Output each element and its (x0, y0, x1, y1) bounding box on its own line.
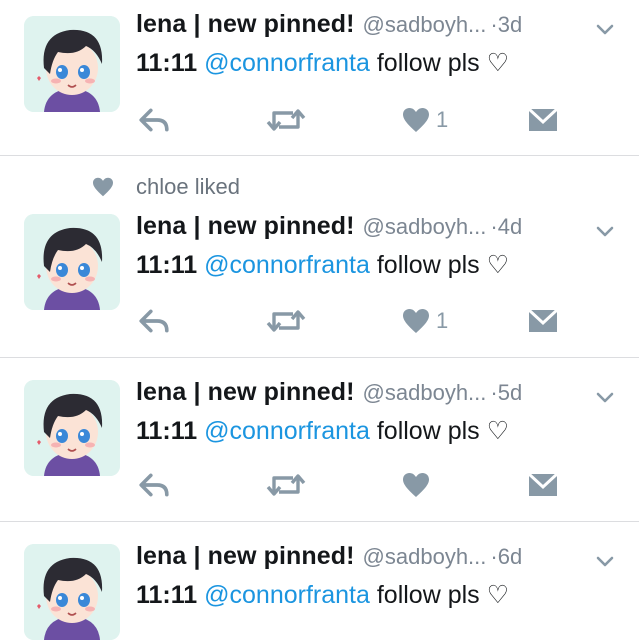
avatar[interactable] (24, 380, 120, 476)
avatar[interactable] (24, 16, 120, 112)
like-button[interactable]: 1 (402, 304, 448, 338)
tweet[interactable]: chloe liked lena | new pinned! @sadboyh..… (0, 156, 639, 358)
tweet-time-text: 11:11 (136, 417, 198, 445)
mention-link[interactable]: @connorfranta (204, 251, 370, 279)
retweet-icon (266, 308, 306, 334)
timestamp[interactable]: 5d (498, 380, 522, 405)
tweet-text: 11:11 @connorfranta follow pls ♡ (136, 416, 509, 446)
envelope-icon (528, 473, 558, 497)
reply-icon (138, 308, 170, 334)
like-count: 1 (436, 107, 449, 132)
tweet-body: follow pls ♡ (376, 49, 510, 77)
tweet-actions: 1 (136, 103, 576, 137)
tweet[interactable]: lena | new pinned! @sadboyh... ·5d 11:11 @… (0, 358, 639, 522)
tweet-header: lena | new pinned! @sadboyh... ·5d (136, 378, 522, 408)
reply-icon (138, 107, 170, 133)
chevron-down-icon[interactable] (595, 552, 615, 572)
envelope-icon (528, 309, 558, 333)
separator: · (490, 380, 498, 405)
tweet-time-text: 11:11 (136, 581, 198, 609)
tweet-header: lena | new pinned! @sadboyh... ·6d (136, 542, 522, 572)
tweet-body: follow pls ♡ (376, 581, 510, 609)
retweet-icon (266, 107, 306, 133)
separator: · (490, 544, 498, 569)
heart-icon (92, 177, 114, 197)
retweet-icon (266, 472, 306, 498)
heart-icon (402, 107, 430, 133)
reply-button[interactable] (138, 468, 170, 502)
avatar[interactable] (24, 544, 120, 640)
tweet-body: follow pls ♡ (376, 251, 510, 279)
tweet-time-text: 11:11 (136, 251, 198, 279)
timestamp[interactable]: 3d (498, 12, 522, 37)
tweet[interactable]: lena | new pinned! @sadboyh... ·6d 11:11 @… (0, 522, 639, 640)
timestamp[interactable]: 4d (498, 214, 522, 239)
chevron-down-icon[interactable] (595, 388, 615, 408)
tweet-actions (136, 468, 576, 502)
tweet-text: 11:11 @connorfranta follow pls ♡ (136, 48, 509, 78)
tweet-time-text: 11:11 (136, 49, 198, 77)
tweet-header: lena | new pinned! @sadboyh... ·4d (136, 212, 522, 242)
mention-link[interactable]: @connorfranta (204, 581, 370, 609)
dm-button[interactable] (528, 304, 558, 338)
handle[interactable]: @sadboyh... (363, 214, 487, 239)
heart-icon (402, 472, 430, 498)
liked-by-label[interactable]: chloe liked (136, 174, 240, 200)
retweet-button[interactable] (266, 468, 306, 502)
tweet-text: 11:11 @connorfranta follow pls ♡ (136, 580, 509, 610)
chevron-down-icon[interactable] (595, 222, 615, 242)
reply-button[interactable] (138, 103, 170, 137)
separator: · (490, 12, 498, 37)
handle[interactable]: @sadboyh... (363, 12, 487, 37)
tweet-body: follow pls ♡ (376, 417, 510, 445)
dm-button[interactable] (528, 103, 558, 137)
mention-link[interactable]: @connorfranta (204, 417, 370, 445)
like-button[interactable]: 1 (402, 103, 448, 137)
chevron-down-icon[interactable] (595, 20, 615, 40)
tweet-header: lena | new pinned! @sadboyh... ·3d (136, 10, 522, 40)
avatar[interactable] (24, 214, 120, 310)
dm-button[interactable] (528, 468, 558, 502)
timestamp[interactable]: 6d (498, 544, 522, 569)
handle[interactable]: @sadboyh... (363, 380, 487, 405)
handle[interactable]: @sadboyh... (363, 544, 487, 569)
retweet-button[interactable] (266, 103, 306, 137)
like-count: 1 (436, 308, 449, 333)
tweet[interactable]: lena | new pinned! @sadboyh... ·3d 11:11 @… (0, 0, 639, 156)
tweet-actions: 1 (136, 304, 576, 338)
reply-icon (138, 472, 170, 498)
reply-button[interactable] (138, 304, 170, 338)
envelope-icon (528, 108, 558, 132)
tweet-text: 11:11 @connorfranta follow pls ♡ (136, 250, 509, 280)
heart-icon (402, 308, 430, 334)
social-context: chloe liked (0, 173, 639, 203)
display-name[interactable]: lena | new pinned! (136, 378, 355, 406)
like-button[interactable] (402, 468, 436, 502)
display-name[interactable]: lena | new pinned! (136, 10, 355, 38)
mention-link[interactable]: @connorfranta (204, 49, 370, 77)
retweet-button[interactable] (266, 304, 306, 338)
display-name[interactable]: lena | new pinned! (136, 212, 355, 240)
display-name[interactable]: lena | new pinned! (136, 542, 355, 570)
separator: · (490, 214, 498, 239)
